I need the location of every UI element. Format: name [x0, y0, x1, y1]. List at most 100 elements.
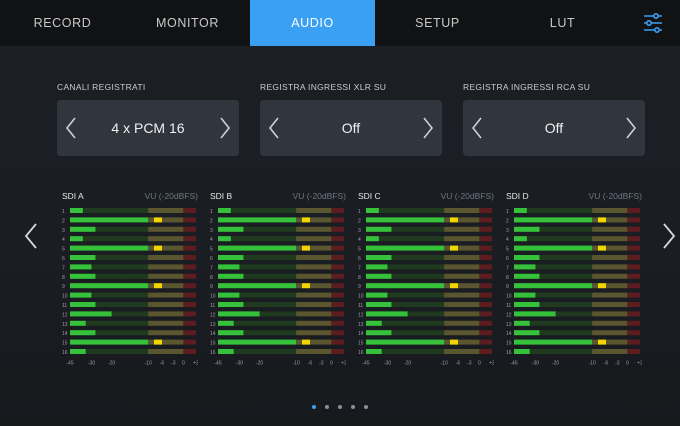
meter-bg-yellow [296, 283, 332, 289]
channel-number: 10 [506, 294, 512, 300]
settings-button[interactable] [625, 0, 680, 46]
meter-bg-yellow [444, 311, 480, 317]
meter-bg-red [331, 302, 344, 307]
page-dot[interactable] [338, 405, 342, 409]
recorded-channels-next-button[interactable] [211, 116, 239, 140]
channel-level-bar [218, 292, 240, 298]
meter-bg-red [627, 208, 640, 213]
meter-bg-yellow [148, 302, 184, 307]
meter-bg-yellow [444, 320, 480, 326]
channel-level-bar [514, 245, 593, 251]
tab-lut[interactable]: LUT [500, 0, 625, 46]
recorded-channels-prev-button[interactable] [57, 116, 85, 140]
channel-level-bar [70, 236, 83, 242]
meter-bg-red [183, 208, 196, 213]
meter-bg-yellow [296, 320, 332, 326]
page-dot[interactable] [312, 405, 316, 409]
channel-number: 9 [506, 284, 509, 290]
peak-indicator [301, 245, 310, 251]
channel-number: 9 [62, 284, 65, 290]
tab-monitor[interactable]: MONITOR [125, 0, 250, 46]
channel-level-bar [514, 292, 536, 298]
page-dot[interactable] [325, 405, 329, 409]
scale-tick-label: -6 [604, 360, 609, 366]
channel-number: 16 [506, 350, 512, 356]
meter-name: SDI A [62, 191, 84, 201]
channel-level-bar [366, 311, 408, 317]
xlr-record-prev-button[interactable] [260, 116, 288, 140]
scale-tick-label: -20 [552, 360, 559, 366]
meter-bg-yellow [592, 292, 628, 298]
channel-level-bar [366, 226, 392, 232]
meter-bg-yellow [592, 283, 628, 289]
meter-bg-yellow [444, 245, 480, 251]
channel-number: 6 [358, 256, 361, 262]
meter-bg-red [331, 208, 344, 213]
meter-bg-yellow [444, 273, 480, 279]
channel-level-bar [514, 208, 527, 213]
tab-record[interactable]: RECORD [0, 0, 125, 46]
scale-tick-label: -20 [108, 360, 115, 366]
level-meter-graph: 12345678910111213141516-45 -30 -20 -10 -6 -3 0… [210, 208, 346, 366]
channel-level-bar [366, 292, 388, 298]
meter-bg-yellow [444, 339, 480, 345]
meter-bg-red [479, 273, 492, 279]
channel-level-bar [514, 264, 536, 270]
recorded-channels-selector: 4 x PCM 16 [57, 100, 239, 156]
meter-bg-yellow [592, 330, 628, 336]
channel-level-bar [366, 217, 445, 223]
meter-name: SDI D [506, 191, 529, 201]
page-dot[interactable] [364, 405, 368, 409]
channel-level-bar [218, 217, 297, 223]
meter-bg-red [183, 273, 196, 279]
meter-bg-red [183, 292, 196, 298]
channel-level-bar [514, 236, 527, 242]
meter-bg-yellow [148, 330, 184, 336]
channel-level-bar [366, 273, 392, 279]
scale-tick-label: 0 [330, 360, 333, 366]
tab-label: SETUP [415, 16, 460, 30]
channel-level-bar [218, 226, 244, 232]
channel-number: 9 [358, 284, 361, 290]
scale-tick-label: +3 [489, 360, 494, 366]
channel-level-bar [366, 330, 392, 336]
rca-record-next-button[interactable] [617, 116, 645, 140]
meter-bg-yellow [592, 236, 628, 242]
tab-setup[interactable]: SETUP [375, 0, 500, 46]
channel-level-bar [218, 208, 231, 213]
meter-bg-red [627, 245, 640, 251]
meter-bg-yellow [592, 302, 628, 307]
meter-bg-yellow [296, 302, 332, 307]
meter-bg-red [183, 245, 196, 251]
xlr-record-next-button[interactable] [414, 116, 442, 140]
next-page-button[interactable] [662, 222, 676, 255]
meter-bg-red [479, 245, 492, 251]
peak-indicator [301, 339, 310, 345]
meter-bg-red [331, 226, 344, 232]
channel-number: 15 [358, 341, 364, 347]
channel-level-bar [70, 208, 83, 213]
channel-level-bar [514, 320, 530, 326]
tab-audio[interactable]: AUDIO [250, 0, 375, 46]
meter-bg-red [331, 283, 344, 289]
audio-meter-sdi-d: SDI D VU (-20dBFS) 1 2 3 4 5 6 7 8 9 10 11 12 13 14 15 1… [506, 190, 642, 378]
previous-page-button[interactable] [24, 222, 38, 255]
channel-number: 8 [358, 275, 361, 281]
meter-bg-yellow [296, 273, 332, 279]
channel-level-bar [70, 292, 92, 298]
channel-number: 14 [506, 331, 512, 337]
channel-level-bar [70, 320, 86, 326]
meter-bg-red [183, 320, 196, 326]
meter-scale-label: VU (-20dBFS) [144, 191, 198, 201]
scale-tick-label: -20 [404, 360, 411, 366]
chevron-right-icon [220, 117, 231, 139]
scale-tick-label: 0 [626, 360, 629, 366]
meter-bg-red [479, 283, 492, 289]
meter-bg-yellow [592, 349, 628, 354]
peak-indicator [153, 245, 162, 251]
tab-bar: RECORD MONITOR AUDIO SETUP LUT [0, 0, 680, 46]
rca-record-prev-button[interactable] [463, 116, 491, 140]
meter-bg-red [331, 349, 344, 354]
meter-bg-red [183, 330, 196, 336]
page-dot[interactable] [351, 405, 355, 409]
